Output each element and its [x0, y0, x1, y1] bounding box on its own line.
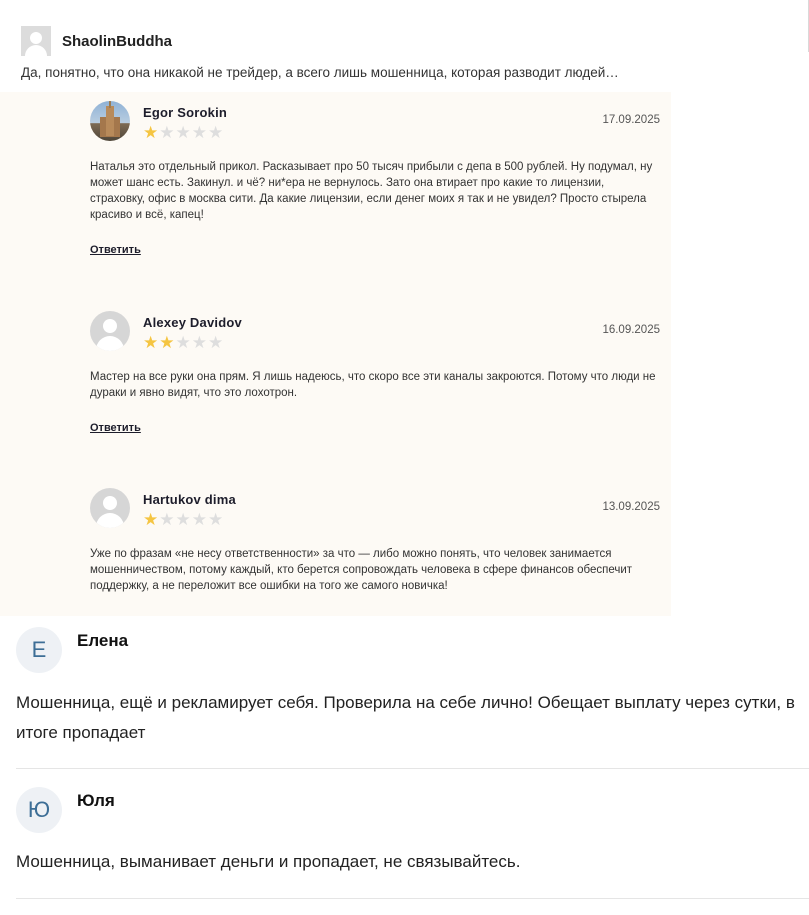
default-avatar-icon: [90, 488, 130, 528]
star-icon: ★: [143, 123, 160, 142]
top-comment-header: ShaolinBuddha: [21, 26, 172, 56]
star-rating: ★★★★★: [143, 334, 224, 351]
comment-author: Юля: [77, 791, 115, 810]
comment-author: Елена: [77, 631, 129, 650]
star-icon: ★: [191, 333, 208, 352]
divider: [16, 898, 809, 899]
star-rating: ★★★★★: [143, 124, 224, 141]
reviews-block: Egor Sorokin ★★★★★ 17.09.2025 Наталья эт…: [0, 92, 671, 616]
comment-text: Мошенница, выманивает деньги и пропадает…: [16, 852, 521, 871]
reply-link[interactable]: Ответить: [90, 422, 141, 434]
star-icon: ★: [175, 123, 192, 142]
avatar: [90, 101, 130, 141]
star-rating: ★★★★★: [143, 511, 224, 528]
star-icon: ★: [143, 510, 160, 529]
default-avatar-icon: [90, 311, 130, 351]
star-icon: ★: [143, 333, 160, 352]
review-date: 17.09.2025: [602, 114, 660, 126]
comment-item: Е Елена Мошенница, ещё и рекламирует себ…: [16, 627, 809, 757]
comment-text: Мошенница, ещё и рекламирует себя. Прове…: [16, 693, 795, 742]
review-author: Alexey Davidov: [143, 315, 242, 330]
comment-item: Ю Юля Мошенница, выманивает деньги и про…: [16, 787, 809, 887]
star-icon: ★: [159, 510, 176, 529]
review-date: 16.09.2025: [602, 324, 660, 336]
review-card: Alexey Davidov ★★★★★ 16.09.2025 Мастер н…: [90, 311, 660, 451]
top-comment-author: ShaolinBuddha: [62, 32, 172, 50]
star-icon: ★: [175, 333, 192, 352]
review-text: Наталья это отдельный прикол. Расказывае…: [90, 161, 653, 221]
avatar: Ю: [16, 787, 62, 833]
review-text: Мастер на все руки она прям. Я лишь наде…: [90, 371, 656, 399]
star-icon: ★: [191, 123, 208, 142]
star-icon: ★: [208, 510, 225, 529]
top-comment-text: Да, понятно, что она никакой не трейдер,…: [21, 65, 619, 80]
star-icon: ★: [191, 510, 208, 529]
review-text: Уже по фразам «не несу ответственности» …: [90, 548, 633, 592]
review-card: Egor Sorokin ★★★★★ 17.09.2025 Наталья эт…: [90, 101, 660, 271]
reply-link[interactable]: Ответить: [90, 244, 141, 256]
review-card: Hartukov dima ★★★★★ 13.09.2025 Уже по фр…: [90, 488, 660, 608]
avatar: Е: [16, 627, 62, 673]
review-date: 13.09.2025: [602, 501, 660, 513]
star-icon: ★: [159, 123, 176, 142]
star-icon: ★: [159, 333, 176, 352]
star-icon: ★: [208, 123, 225, 142]
review-author: Hartukov dima: [143, 492, 236, 507]
divider: [16, 768, 809, 769]
default-avatar-icon: [21, 26, 51, 56]
star-icon: ★: [175, 510, 192, 529]
review-author: Egor Sorokin: [143, 105, 228, 120]
star-icon: ★: [208, 333, 225, 352]
